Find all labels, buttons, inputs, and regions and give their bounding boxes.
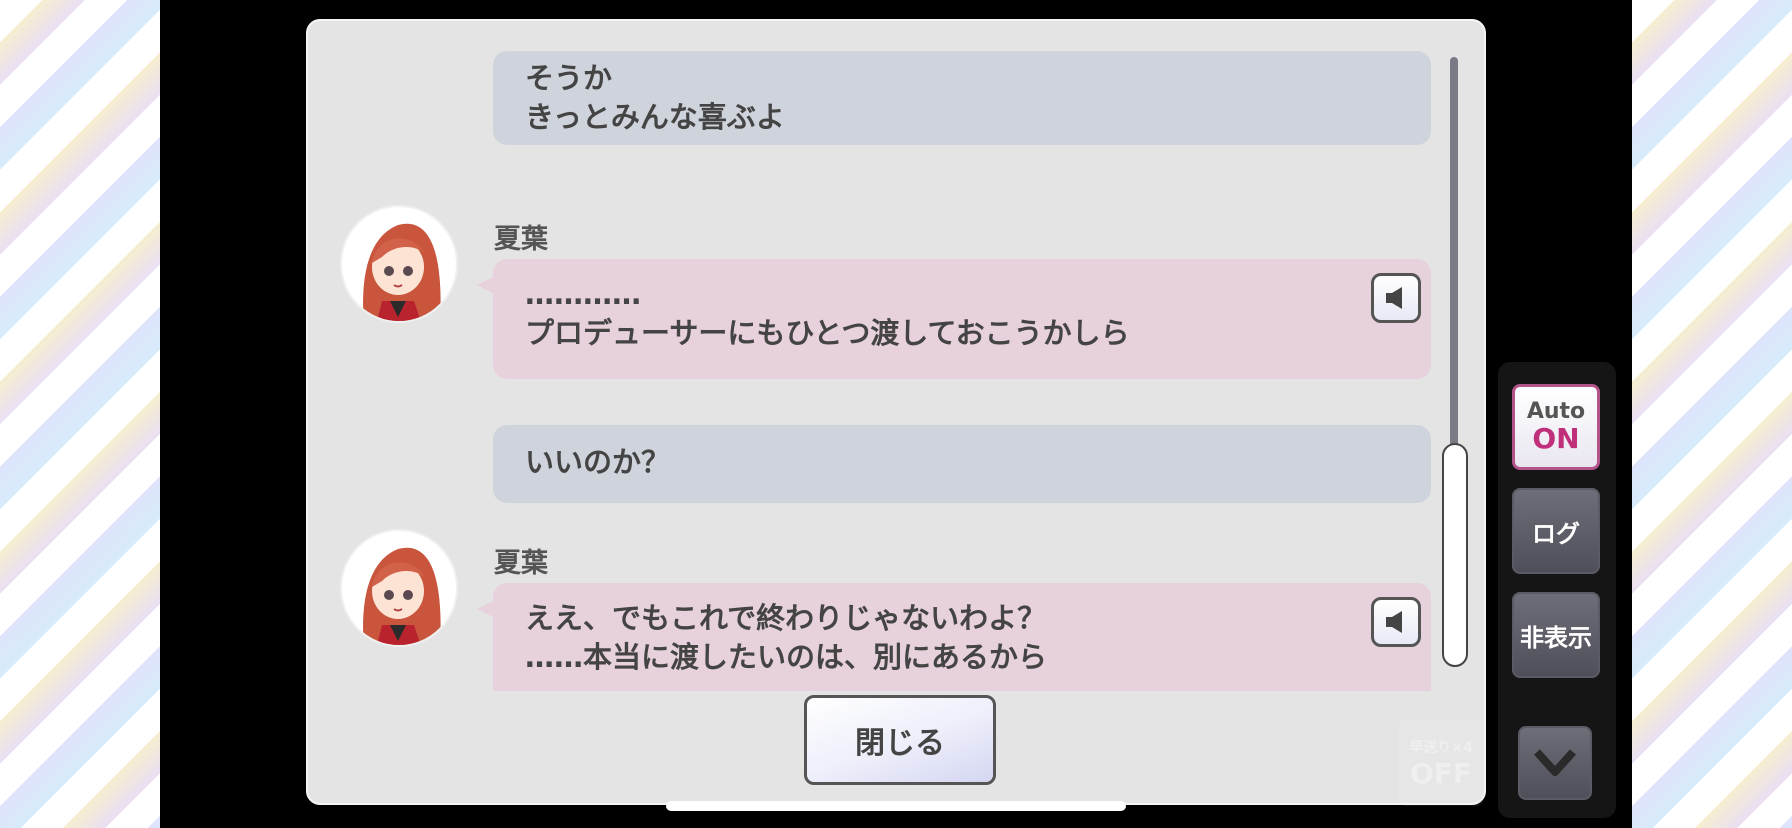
character-avatar [340,529,458,647]
auto-label: Auto [1526,399,1586,424]
dialogue-log-panel: そうか きっとみんな喜ぶよ 夏葉 ………… プロデューサーにもひとつ渡しておこう… [306,19,1486,805]
player-message: いいのか？ [493,425,1431,503]
home-indicator [666,801,1126,811]
speaker-name: 夏葉 [494,224,548,255]
voice-play-button[interactable] [1371,597,1421,647]
message-list[interactable]: そうか きっとみんな喜ぶよ 夏葉 ………… プロデューサーにもひとつ渡しておこう… [308,51,1448,691]
speaker-icon [1386,611,1402,633]
character-message: ………… プロデューサーにもひとつ渡しておこうかしら [477,259,1431,379]
speaker-name: 夏葉 [494,548,548,579]
right-decorative-background [1632,0,1792,828]
fast-forward-toggle[interactable]: 早送り×4 OFF [1398,720,1484,806]
fast-forward-label: 早送り×4 [1409,739,1473,756]
speaker-icon [1386,287,1402,309]
log-button[interactable]: ログ [1512,488,1600,574]
message-line: ええ、でもこれで終わりじゃないわよ？ [525,601,1047,635]
fast-forward-state: OFF [1409,756,1473,790]
control-panel: Auto ON ログ 非表示 [1498,362,1616,818]
scrollbar-thumb[interactable] [1442,443,1468,667]
message-line: そうか [525,61,613,95]
collapse-button[interactable] [1518,726,1592,800]
auto-state: ON [1532,422,1580,455]
message-line: プロデューサーにもひとつ渡しておこうかしら [525,316,1130,350]
log-label: ログ [1532,519,1580,548]
message-line: ………… [525,277,641,311]
hide-button[interactable]: 非表示 [1512,592,1600,678]
character-avatar [340,205,458,323]
left-decorative-background [0,0,160,828]
message-line: ……本当に渡したいのは、別にあるから [525,640,1048,674]
message-line: きっとみんな喜ぶよ [525,100,785,134]
chevron-down-icon [1534,749,1576,776]
auto-toggle-button[interactable]: Auto ON [1512,384,1600,470]
hide-label: 非表示 [1520,623,1592,652]
message-line: いいのか？ [525,445,671,479]
voice-play-button[interactable] [1371,273,1421,323]
close-button[interactable]: 閉じる [804,695,996,785]
player-message: そうか きっとみんな喜ぶよ [493,51,1431,145]
character-message: ええ、でもこれで終わりじゃないわよ？ ……本当に渡したいのは、別にあるから [477,583,1431,691]
